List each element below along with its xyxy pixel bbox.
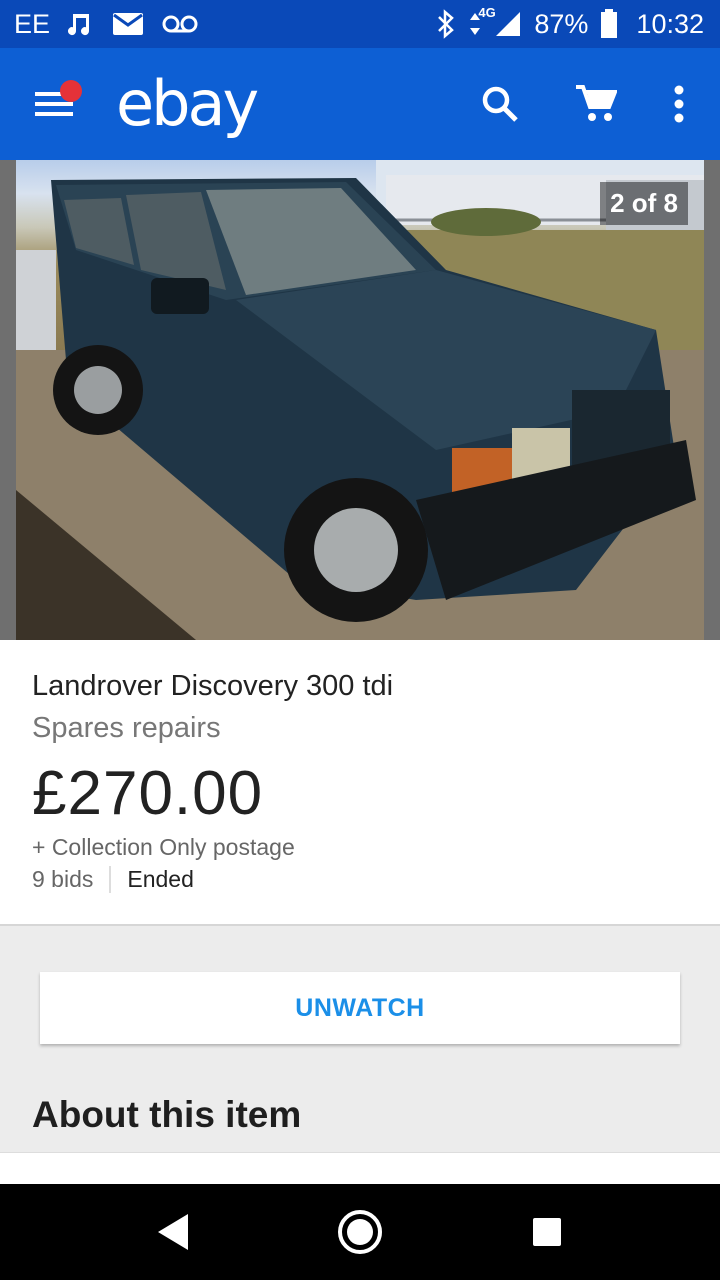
signal-icon — [494, 10, 522, 38]
bid-status: 9 bids Ended — [32, 866, 194, 893]
item-photo[interactable]: 2 of 8 — [16, 160, 704, 640]
battery-percent: 87% — [534, 8, 589, 39]
notification-dot — [60, 80, 82, 102]
back-icon — [158, 1214, 189, 1250]
car-illustration — [16, 160, 704, 640]
search-button[interactable] — [472, 76, 528, 132]
overflow-menu-button[interactable] — [664, 76, 694, 132]
bid-count[interactable]: 9 bids — [32, 866, 112, 893]
data-arrows-icon: 4G — [468, 5, 496, 37]
network-type-label: 4G — [478, 5, 496, 20]
cart-icon — [576, 85, 617, 121]
item-title: Landrover Discovery 300 tdi — [32, 670, 394, 702]
app-bar: ebay — [0, 48, 720, 160]
photo-gallery[interactable]: 2 of 8 — [0, 160, 720, 640]
bluetooth-icon — [436, 9, 456, 39]
carrier-label: EE — [14, 8, 51, 39]
search-icon — [482, 86, 518, 122]
status-bar: EE 4G 87% 10:32 — [0, 0, 720, 48]
cart-button[interactable] — [568, 76, 624, 132]
system-nav-bar — [0, 1184, 720, 1280]
recents-button[interactable] — [507, 1192, 587, 1272]
overflow-menu-icon — [674, 85, 684, 123]
home-icon — [337, 1210, 382, 1254]
voicemail-icon — [162, 14, 198, 34]
about-section — [0, 1152, 720, 1184]
music-note-icon — [68, 10, 94, 38]
battery-icon — [600, 9, 618, 39]
home-button[interactable] — [320, 1192, 400, 1272]
photo-counter: 2 of 8 — [600, 182, 688, 225]
menu-button[interactable] — [24, 74, 84, 134]
mail-icon — [112, 12, 144, 36]
unwatch-button[interactable]: UNWATCH — [40, 972, 680, 1044]
about-heading: About this item — [32, 1094, 302, 1135]
ebay-logo[interactable]: ebay — [116, 73, 259, 135]
listing-status: Ended — [127, 866, 194, 892]
recents-icon — [532, 1218, 561, 1246]
clock: 10:32 — [636, 8, 704, 39]
postage-info: + Collection Only postage — [32, 834, 295, 860]
item-price: £270.00 — [32, 759, 264, 828]
back-button[interactable] — [133, 1192, 213, 1272]
item-summary: Landrover Discovery 300 tdi Spares repai… — [0, 640, 720, 926]
item-subtitle: Spares repairs — [32, 712, 221, 744]
